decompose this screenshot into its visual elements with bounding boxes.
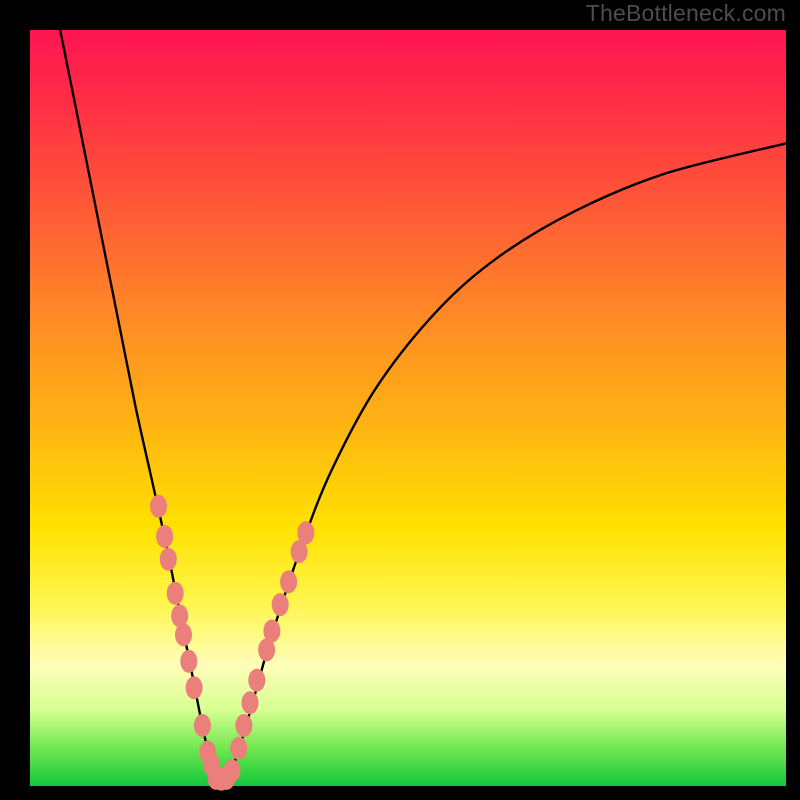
marker-point xyxy=(272,593,289,616)
marker-point xyxy=(167,582,184,605)
marker-point xyxy=(263,620,280,643)
marker-point xyxy=(156,525,173,548)
chart-frame: TheBottleneck.com xyxy=(0,0,800,800)
marker-point xyxy=(194,714,211,737)
marker-point xyxy=(223,759,240,782)
marker-point xyxy=(230,737,247,760)
chart-svg xyxy=(30,30,786,786)
marker-point xyxy=(248,669,265,692)
curve-layer xyxy=(60,30,786,780)
bottleneck-curve-path xyxy=(60,30,786,780)
marker-point xyxy=(280,570,297,593)
marker-point xyxy=(242,691,259,714)
watermark-text: TheBottleneck.com xyxy=(586,0,786,27)
marker-point xyxy=(180,650,197,673)
marker-point xyxy=(186,676,203,699)
markers-layer xyxy=(150,495,314,791)
marker-point xyxy=(150,495,167,518)
marker-point xyxy=(297,521,314,544)
marker-point xyxy=(160,548,177,571)
plot-area xyxy=(30,30,786,786)
marker-point xyxy=(175,623,192,646)
marker-point xyxy=(235,714,252,737)
